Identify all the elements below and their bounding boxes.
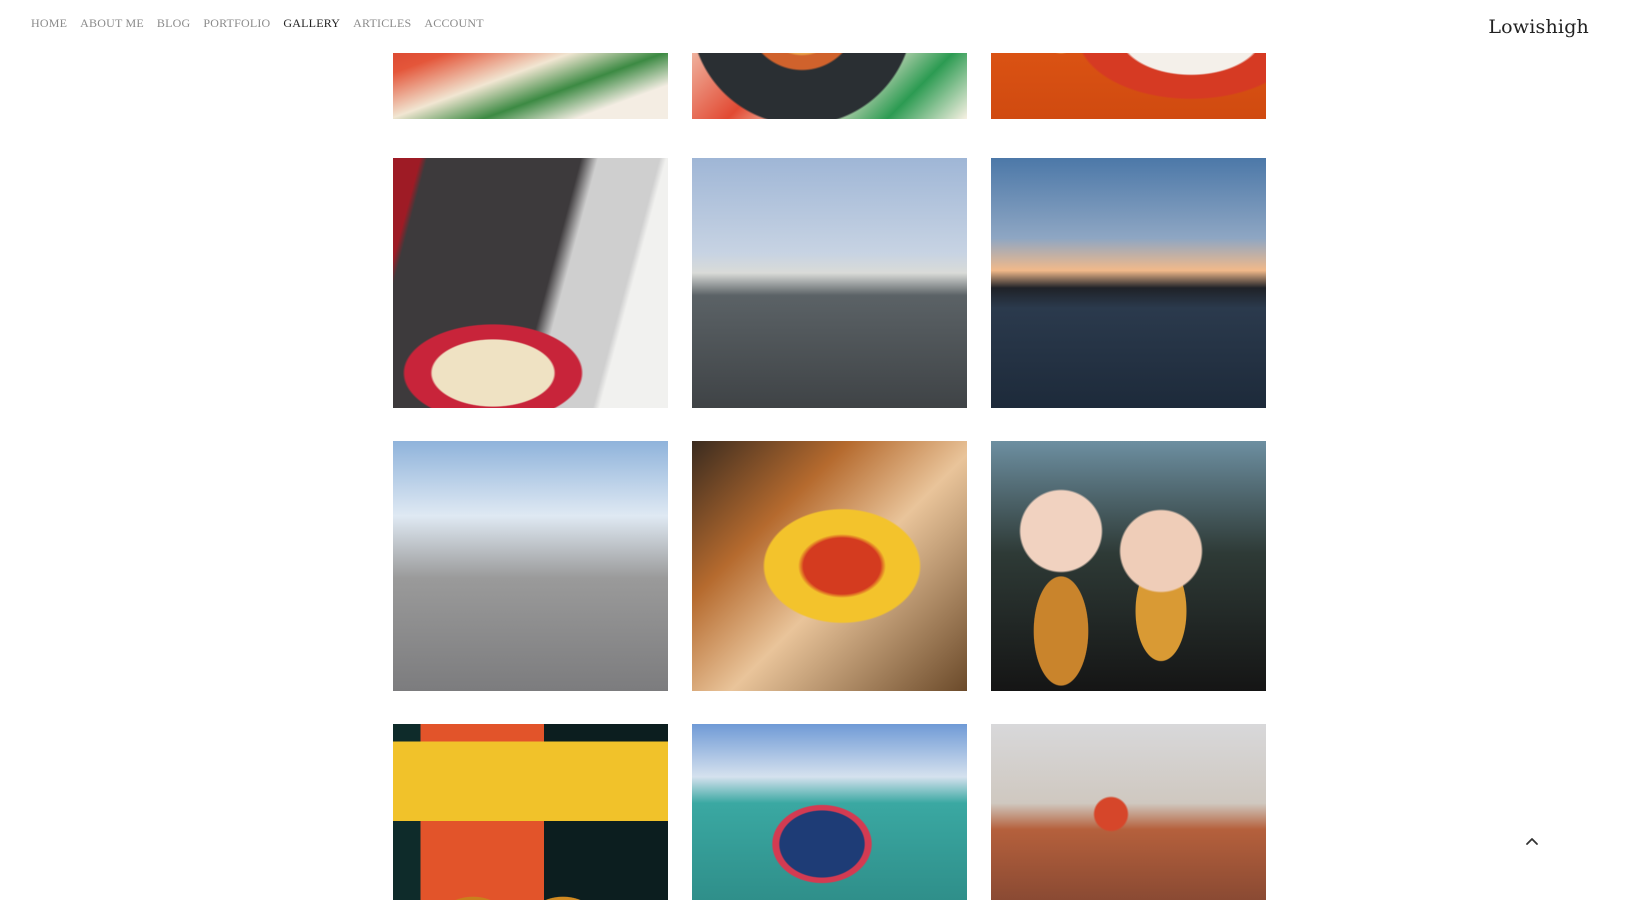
nav-gallery[interactable]: GALLERY — [283, 16, 340, 31]
site-title-logo[interactable]: Lowishigh — [1488, 16, 1589, 38]
gallery-photo[interactable] — [991, 158, 1266, 408]
gallery-photo[interactable] — [692, 158, 967, 408]
gallery-photo[interactable] — [991, 441, 1266, 691]
nav-articles[interactable]: ARTICLES — [353, 16, 411, 31]
gallery-photo[interactable] — [692, 441, 967, 691]
nav-account[interactable]: ACCOUNT — [424, 16, 483, 31]
nav-home[interactable]: HOME — [31, 16, 67, 31]
nav-portfolio[interactable]: PORTFOLIO — [203, 16, 270, 31]
main-nav: HOME ABOUT ME BLOG PORTFOLIO GALLERY ART… — [31, 16, 497, 31]
gallery-photo[interactable] — [393, 724, 668, 900]
gallery-photo[interactable] — [991, 724, 1266, 900]
gallery-page: HOME ABOUT ME BLOG PORTFOLIO GALLERY ART… — [0, 0, 1648, 900]
chevron-up-icon — [1526, 838, 1538, 845]
gallery-photo[interactable] — [393, 158, 668, 408]
nav-about-me[interactable]: ABOUT ME — [80, 16, 144, 31]
site-header: HOME ABOUT ME BLOG PORTFOLIO GALLERY ART… — [0, 0, 1648, 53]
gallery-photo[interactable] — [393, 441, 668, 691]
nav-blog[interactable]: BLOG — [157, 16, 190, 31]
gallery-photo[interactable] — [692, 724, 967, 900]
back-to-top-button[interactable] — [1520, 830, 1544, 854]
